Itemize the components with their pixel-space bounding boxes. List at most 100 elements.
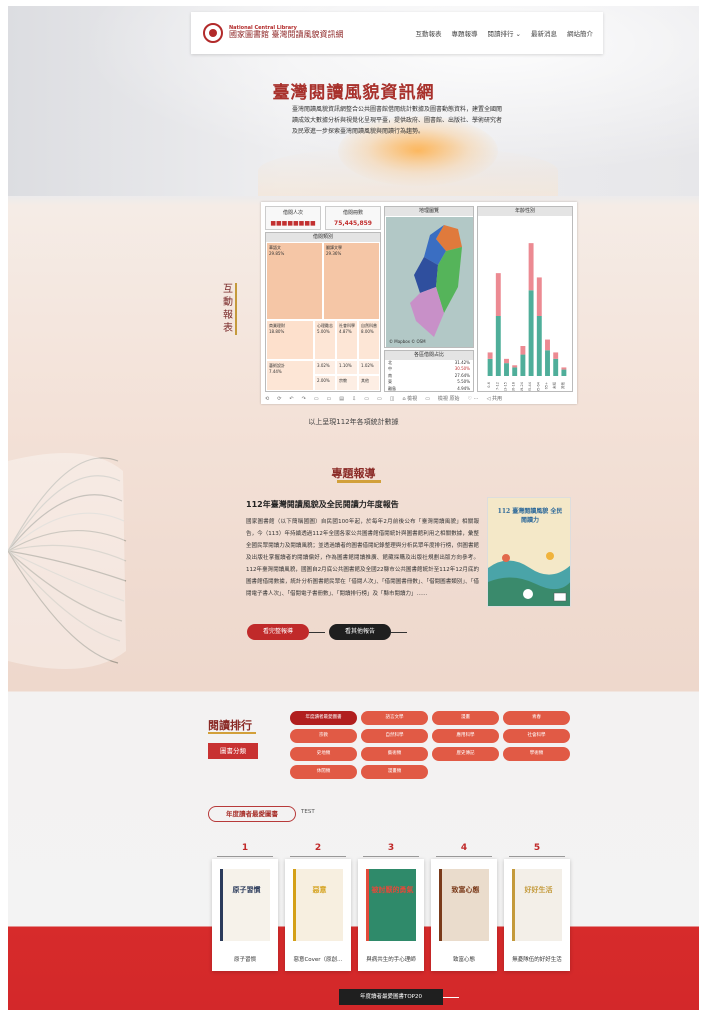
bar-series-2[interactable] [487,352,493,359]
category-pill[interactable]: 宗教 [290,729,357,743]
nav-news[interactable]: 最新消息 [531,28,557,38]
treemap-cell[interactable]: 藝術設計 7.44% [266,360,314,391]
category-pill[interactable]: 應用科學 [432,729,499,743]
book-card[interactable]: 被討厭的勇氣 與病共生的手心理師 [358,859,424,971]
category-pill[interactable]: 漫畫 [432,711,499,725]
category-pill[interactable]: 自然科學 [361,729,428,743]
bar-series-2[interactable] [553,352,559,359]
bar-series-1[interactable] [487,358,493,376]
category-pill[interactable]: 青春 [503,711,570,725]
report-title[interactable]: 112年臺灣閱讀風貌及全民閱讀力年度報告 [246,499,399,510]
bar-series-2[interactable] [536,277,542,316]
treemap-cell[interactable]: 1.10% [336,360,358,375]
region-ratio-panel[interactable]: 各區借閱占比 北 31.42% 中 30.50% 南 27.64% 東 5.50% 離島 4.94… [384,350,474,392]
book-cover-image[interactable]: 原子習慣 [220,869,270,941]
category-pill[interactable]: 年度讀者最愛圖書 [290,711,357,725]
category-pill[interactable]: 休閒類 [290,765,357,779]
treemap-cell[interactable]: 翻譯文學 29.36% [323,242,380,320]
treemap-cell[interactable]: 3.02% [314,360,336,375]
button-line [443,997,459,998]
bar-series-1[interactable] [536,316,542,376]
dashboard-toolbar-icon[interactable]: ↶ [289,396,293,402]
book-card[interactable]: 原子習慣 原子習慣 [212,859,278,971]
dashboard-toolbar-icon[interactable]: ▭ [425,396,430,402]
treemap-cell[interactable]: 其他 [358,375,380,391]
interactive-dashboard[interactable]: 借閱人次 ■■■■■■■■ 借閱冊數 75,445,859 借閱類別 華語文 29… [261,202,577,404]
book-cover-image[interactable]: 被討厭的勇氣 [366,869,416,941]
category-pill[interactable]: 學術類 [503,747,570,761]
bar-series-1[interactable] [528,290,534,376]
treemap-panel[interactable]: 借閱類別 華語文 29.85% 翻譯文學 29.36% 商業理財 18.80% 心理勵… [265,232,381,392]
x-tick-label: 0-6 [487,382,491,388]
dashboard-toolbar-icon[interactable]: ♡ ⋯ [468,396,479,402]
treemap-cell[interactable]: 心理勵志 5.00% [314,320,336,360]
bar-series-1[interactable] [512,367,518,376]
dashboard-toolbar-icon[interactable]: ↷ [302,396,306,402]
bar-series-1[interactable] [504,363,509,376]
dashboard-toolbar-icon[interactable]: ▭ [327,396,332,402]
book-cover-image[interactable]: 好好生活 [512,869,562,941]
dashboard-toolbar-icon[interactable]: ▭ [314,396,319,402]
read-full-report-button[interactable]: 看完整報導 [247,624,309,640]
category-pill[interactable]: 歷史傳記 [432,747,499,761]
book-card[interactable]: 好好生活 無憂隊伍的好好生活 [504,859,570,971]
treemap-cell[interactable]: 自然科普 8.00% [358,320,380,360]
dashboard-toolbar-icon[interactable]: ▤ [339,396,344,402]
treemap-cell[interactable]: 宗教 [336,375,358,391]
bar-series-1[interactable] [545,350,550,376]
map-panel[interactable]: 地理圖覽 © Mapbox © OSM [384,206,474,348]
dashboard-toolbar-icon[interactable]: ⌂ 檢視 [402,395,417,402]
bar-series-2[interactable] [504,358,509,364]
nav-interactive-reports[interactable]: 互動報表 [415,28,441,38]
bar-series-2[interactable] [545,339,550,351]
age-gender-bar-chart[interactable]: 0-6 7-12 13-15 16-18 19-24 25-44 45-64 65+ 未知 其他 [478,216,572,392]
site-logo[interactable]: National Central Library 國家圖書館 臺灣閱讀風貌資訊網 [229,25,344,40]
popular-books-title[interactable]: 年度讀者最愛圖書 [208,806,296,822]
top20-button[interactable]: 年度讀者最愛圖書TOP20 [339,989,443,1005]
region-ratio-row[interactable]: 離島 4.94% [385,386,473,392]
dashboard-toolbar-icon[interactable]: ▭ [377,396,382,402]
nav-about[interactable]: 網站簡介 [567,28,593,38]
book-card[interactable]: 惡意 惡意Cover（原創… [285,859,351,971]
treemap-chart[interactable]: 華語文 29.85% 翻譯文學 29.36% 商業理財 18.80% 心理勵志 5.00… [266,242,380,391]
age-gender-panel[interactable]: 年齡性別 0-6 7-12 13-15 16-18 19-24 25-44 45-64 65+… [477,206,573,392]
report-cover-image[interactable]: 112 臺灣閱讀風貌 全民閱讀力 [487,497,571,607]
dashboard-toolbar-icon[interactable]: ▭ [364,396,369,402]
dashboard-toolbar-icon[interactable]: ◁ 共用 [487,395,502,402]
dashboard-toolbar-icon[interactable]: ◫ [390,396,395,402]
treemap-cell[interactable]: 華語文 29.85% [266,242,323,320]
bar-series-2[interactable] [512,365,518,368]
bar-series-1[interactable] [495,316,501,376]
category-pill[interactable]: 藝術類 [361,747,428,761]
nav-reading-ranking[interactable]: 閱讀排行 ⌄ [487,28,521,38]
category-pill[interactable]: 漫畫類 [361,765,428,779]
dashboard-toolbar-icon[interactable]: ⟲ [265,396,269,402]
logo-chinese: 國家圖書館 臺灣閱讀風貌資訊網 [229,30,344,40]
bar-series-2[interactable] [520,346,526,355]
treemap-cell[interactable]: 商業理財 18.80% [266,320,314,360]
taiwan-map[interactable]: © Mapbox © OSM [386,217,473,347]
other-reports-button[interactable]: 看其他報告 [329,624,391,640]
treemap-cell[interactable]: 1.02% [358,360,380,375]
nav-feature-reports[interactable]: 專題報導 [451,28,477,38]
treemap-cell[interactable]: 社會科學 4.87% [336,320,358,360]
category-button[interactable]: 圖書分類 [208,743,258,759]
bar-series-1[interactable] [553,358,559,376]
dashboard-toolbar-icon[interactable]: 檢視 原始 [438,395,460,402]
category-pill[interactable]: 社會科學 [503,729,570,743]
bar-series-2[interactable] [528,243,534,291]
map-area[interactable]: © Mapbox © OSM [386,217,473,347]
bar-series-1[interactable] [520,354,526,376]
category-pill[interactable]: 語言文學 [361,711,428,725]
library-seal-icon[interactable] [203,23,223,43]
book-cover-image[interactable]: 致富心態 [439,869,489,941]
bar-series-2[interactable] [495,273,501,316]
book-cover-image[interactable]: 惡意 [293,869,343,941]
dashboard-toolbar-icon[interactable]: ⟳ [277,396,281,402]
book-card[interactable]: 致富心態 致富心態 [431,859,497,971]
bar-series-2[interactable] [561,367,567,370]
category-pill[interactable]: 史地類 [290,747,357,761]
bar-series-1[interactable] [561,369,567,376]
treemap-cell[interactable]: 2.00% [314,375,336,391]
dashboard-toolbar-icon[interactable]: ⇩ [352,396,356,402]
